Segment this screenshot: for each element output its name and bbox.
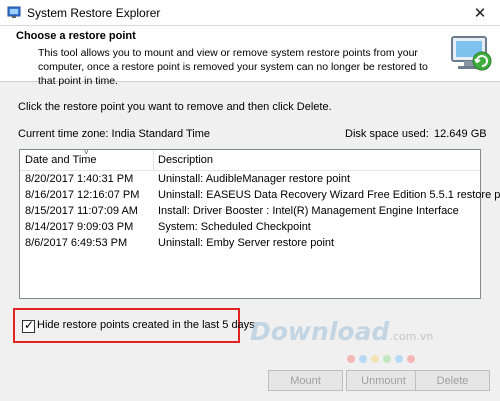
download-watermark: Download.com.vn [250, 317, 433, 346]
row-description: Uninstall: EASEUS Data Recovery Wizard F… [158, 189, 500, 201]
column-header-description[interactable]: Description [158, 154, 213, 166]
row-description: Uninstall: Emby Server restore point [158, 237, 335, 249]
app-icon [7, 6, 21, 18]
table-row[interactable]: 8/14/2017 9:09:03 PM System: Scheduled C… [20, 220, 480, 236]
row-date: 8/6/2017 6:49:53 PM [25, 237, 128, 249]
watermark-text: Download [250, 317, 390, 346]
hide-recent-highlight: ✓ Hide restore points created in the las… [13, 308, 255, 343]
title-bar: System Restore Explorer ✕ [0, 0, 500, 26]
window-title: System Restore Explorer [27, 6, 161, 20]
timezone-label: Current time zone: India Standard Time [18, 128, 210, 140]
column-header-date[interactable]: Date and Time [25, 154, 97, 166]
list-header: ˅ Date and Time Description [20, 148, 480, 171]
row-description: Install: Driver Booster : Intel(R) Manag… [158, 205, 459, 217]
restore-point-list[interactable]: ˅ Date and Time Description 8/20/2017 1:… [19, 148, 500, 299]
row-date: 8/14/2017 9:09:03 PM [25, 221, 134, 233]
page-title: Choose a restore point [16, 30, 136, 42]
checkmark-icon: ✓ [24, 318, 35, 332]
watermark-domain: .com.vn [389, 330, 434, 343]
hide-recent-label[interactable]: Hide restore points created in the last … [37, 319, 255, 331]
instruction-text: Click the restore point you want to remo… [18, 101, 332, 113]
page-description: This tool allows you to mount and view o… [38, 47, 428, 87]
restore-monitor-icon [451, 36, 492, 71]
column-divider[interactable] [153, 150, 154, 170]
table-row[interactable]: 8/6/2017 6:49:53 PM Uninstall: Emby Serv… [20, 236, 480, 252]
delete-button[interactable]: Delete [415, 370, 490, 391]
disk-space-label: Disk space used: [345, 128, 429, 140]
disk-space-value: 12.649 GB [434, 128, 487, 140]
row-date: 8/16/2017 12:16:07 PM [25, 189, 140, 201]
table-row[interactable]: 8/16/2017 12:16:07 PM Uninstall: EASEUS … [20, 188, 500, 204]
header-panel: Choose a restore point This tool allows … [0, 26, 500, 87]
hide-recent-checkbox[interactable]: ✓ [22, 318, 35, 333]
row-date: 8/15/2017 11:07:09 AM [25, 205, 138, 217]
unmount-button[interactable]: Unmount [346, 370, 421, 391]
mount-button[interactable]: Mount [268, 370, 343, 391]
row-description: Uninstall: AudibleManager restore point [158, 173, 351, 185]
close-button[interactable]: ✕ [460, 0, 500, 25]
table-row[interactable]: 8/20/2017 1:40:31 PM Uninstall: AudibleM… [20, 172, 480, 188]
table-row[interactable]: 8/15/2017 11:07:09 AM Install: Driver Bo… [20, 204, 480, 220]
row-date: 8/20/2017 1:40:31 PM [25, 173, 134, 185]
row-description: System: Scheduled Checkpoint [158, 221, 311, 233]
watermark-dots-icon [347, 355, 415, 363]
